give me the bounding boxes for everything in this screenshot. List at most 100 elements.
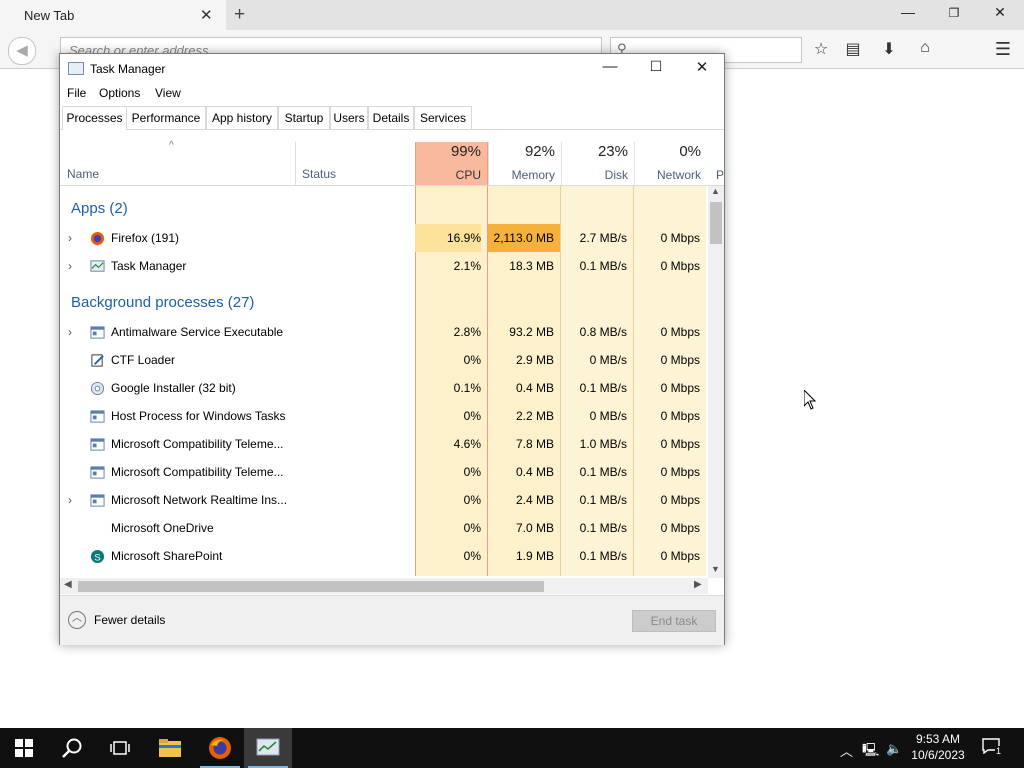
process-name: Microsoft SharePoint <box>111 549 223 563</box>
maximize-icon[interactable]: ☐ <box>644 58 668 75</box>
cpu-cell: 0% <box>463 353 481 367</box>
menu-options[interactable]: Options <box>99 86 140 100</box>
taskbar-file-explorer[interactable] <box>146 728 194 768</box>
close-tab-icon[interactable]: ✕ <box>200 6 213 24</box>
close-window-icon[interactable]: ✕ <box>990 4 1010 21</box>
cpu-cell: 0% <box>463 549 481 563</box>
browser-tab[interactable]: New Tab ✕ <box>0 0 226 30</box>
menu-file[interactable]: File <box>67 86 86 100</box>
network-icon[interactable]: 🖳 <box>862 741 879 763</box>
scroll-right-icon[interactable]: ▶ <box>694 579 702 590</box>
table-row[interactable]: Microsoft OneDrive 0% 7.0 MB 0.1 MB/s 0 … <box>60 514 708 542</box>
table-row[interactable]: S Microsoft SharePoint 0% 1.9 MB 0.1 MB/… <box>60 542 708 570</box>
column-status[interactable]: Status <box>302 167 336 181</box>
task-manager-icon <box>68 62 84 75</box>
home-icon[interactable]: ⌂ <box>914 39 936 57</box>
end-task-button[interactable]: End task <box>632 610 716 632</box>
tab-users[interactable]: Users <box>330 106 368 129</box>
minimize-icon[interactable]: — <box>598 58 622 75</box>
menu-view[interactable]: View <box>155 86 181 100</box>
tab-services[interactable]: Services <box>414 106 472 129</box>
column-disk[interactable]: 23% Disk <box>561 142 634 185</box>
new-tab-icon[interactable]: + <box>234 4 245 26</box>
process-name: CTF Loader <box>111 353 176 367</box>
downloads-icon[interactable]: ⬇ <box>878 39 900 59</box>
table-row[interactable]: Microsoft Compatibility Teleme... 0% 0.4… <box>60 458 708 486</box>
scroll-left-icon[interactable]: ◀ <box>64 579 72 590</box>
network-cell: 0 Mbps <box>660 521 700 535</box>
task-manager-footer: ︿ Fewer details End task <box>60 595 724 645</box>
table-row[interactable]: › Antimalware Service Executable 2.8% 93… <box>60 318 708 346</box>
service-window-icon <box>90 438 105 451</box>
restore-icon[interactable]: ❐ <box>944 6 964 20</box>
reading-list-icon[interactable]: ▤ <box>842 39 864 59</box>
tab-strip: Processes Performance App history Startu… <box>60 106 724 130</box>
column-header: ^ Name Status 99% CPU 92% Memory 23% Dis… <box>60 130 724 186</box>
task-view-button[interactable] <box>96 728 144 768</box>
taskbar: ︿ 🖳 🔈 9:53 AM 10/6/2023 1 <box>0 728 1024 768</box>
scroll-up-icon[interactable]: ▲ <box>711 186 720 196</box>
horizontal-scrollbar[interactable]: ◀ ▶ <box>60 578 708 594</box>
table-row[interactable]: Microsoft Compatibility Teleme... 4.6% 7… <box>60 430 708 458</box>
horizontal-scroll-thumb[interactable] <box>78 581 544 592</box>
table-row[interactable]: › Microsoft Network Realtime Ins... 0% 2… <box>60 486 708 514</box>
fewer-details-link[interactable]: Fewer details <box>94 613 165 627</box>
chevron-up-icon[interactable]: ︿ <box>68 611 86 629</box>
close-icon[interactable]: ✕ <box>690 58 714 76</box>
windows-logo-icon <box>15 739 33 757</box>
expand-chevron-icon[interactable]: › <box>68 325 72 339</box>
column-cpu[interactable]: 99% CPU <box>415 142 488 185</box>
scroll-down-icon[interactable]: ▼ <box>711 564 720 574</box>
cpu-cell: 0.1% <box>453 381 481 395</box>
expand-chevron-icon[interactable]: › <box>68 493 72 507</box>
cpu-label: CPU <box>455 168 481 182</box>
back-icon[interactable]: ◀ <box>8 37 36 65</box>
taskbar-search-button[interactable] <box>48 728 96 768</box>
start-button[interactable] <box>0 728 48 768</box>
group-header-background[interactable]: Background processes (27) <box>60 282 708 318</box>
table-row[interactable]: › Firefox (191) 16.9% 2,113.0 MB 2.7 MB/… <box>60 224 708 252</box>
volume-muted-icon[interactable]: 🔈 <box>886 741 902 757</box>
process-name: Task Manager <box>111 259 187 273</box>
clock[interactable]: 9:53 AM 10/6/2023 <box>904 731 972 763</box>
vertical-scrollbar[interactable]: ▲ ▼ <box>708 186 724 578</box>
table-row[interactable]: CTF Loader 0% 2.9 MB 0 MB/s 0 Mbps <box>60 346 708 374</box>
table-row[interactable]: Google Installer (32 bit) 0.1% 0.4 MB 0.… <box>60 374 708 402</box>
folder-icon <box>159 739 181 757</box>
column-memory[interactable]: 92% Memory <box>488 142 561 185</box>
tab-app-history[interactable]: App history <box>206 106 278 129</box>
bookmark-star-icon[interactable]: ☆ <box>810 39 832 59</box>
disk-cell: 0.1 MB/s <box>579 381 627 395</box>
tab-details[interactable]: Details <box>368 106 414 129</box>
network-cell: 0 Mbps <box>660 381 700 395</box>
group-header-apps[interactable]: Apps (2) <box>60 194 708 224</box>
vertical-scroll-thumb[interactable] <box>710 202 722 244</box>
column-name[interactable]: Name <box>67 167 99 181</box>
taskbar-task-manager[interactable] <box>244 728 292 768</box>
service-window-icon <box>90 494 105 507</box>
show-hidden-icons-chevron[interactable]: ︿ <box>840 741 853 760</box>
expand-chevron-icon[interactable]: › <box>68 231 72 245</box>
memory-cell: 93.2 MB <box>509 325 554 339</box>
table-row[interactable]: › Task Manager 2.1% 18.3 MB 0.1 MB/s 0 M… <box>60 252 708 280</box>
column-next-partial[interactable]: P <box>716 168 724 182</box>
tab-processes[interactable]: Processes <box>62 106 127 130</box>
task-manager-titlebar[interactable]: Task Manager — ☐ ✕ <box>60 54 724 84</box>
hamburger-menu-icon[interactable]: ☰ <box>992 39 1014 60</box>
tab-startup[interactable]: Startup <box>278 106 330 129</box>
column-network[interactable]: 0% Network <box>634 142 707 185</box>
taskbar-firefox[interactable] <box>196 728 244 768</box>
disk-label: Disk <box>604 168 628 182</box>
group-title-apps: Apps (2) <box>71 200 128 217</box>
table-row[interactable]: Host Process for Windows Tasks 0% 2.2 MB… <box>60 402 708 430</box>
ctf-loader-icon <box>91 354 104 367</box>
disk-cell: 0.8 MB/s <box>579 325 627 339</box>
action-center-button[interactable]: 1 <box>982 738 1006 758</box>
process-name: Microsoft OneDrive <box>111 521 214 535</box>
disk-total-percent: 23% <box>597 143 628 160</box>
minimize-icon[interactable]: — <box>898 4 918 20</box>
tab-performance[interactable]: Performance <box>126 106 206 129</box>
task-manager-window: Task Manager — ☐ ✕ File Options View Pro… <box>59 53 725 645</box>
process-name: Antimalware Service Executable <box>111 325 284 339</box>
expand-chevron-icon[interactable]: › <box>68 259 72 273</box>
